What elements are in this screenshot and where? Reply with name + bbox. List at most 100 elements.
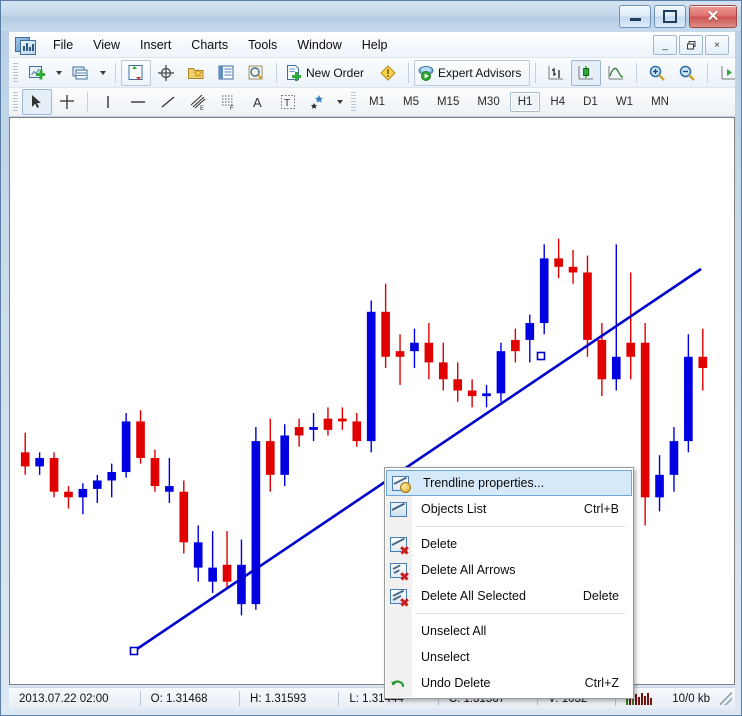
shapes-icon (309, 93, 327, 111)
profiles-dropdown-caret[interactable] (100, 71, 106, 75)
window-close-button[interactable]: ✕ (689, 5, 737, 28)
vertical-line-tool[interactable] (93, 89, 123, 115)
terminal-button[interactable] (211, 60, 241, 86)
context-menu-separator-2 (415, 613, 625, 614)
new-chart-button[interactable] (22, 60, 52, 86)
menu-file[interactable]: File (43, 35, 83, 55)
bar-chart-icon (547, 64, 565, 82)
warning-diamond-icon (379, 64, 397, 82)
ctx-trendline-properties-label: Trendline properties... (413, 476, 617, 490)
chart-object-context-menu: Trendline properties... Objects List Ctr… (384, 467, 634, 699)
expert-advisors-icon (417, 64, 435, 82)
timeframe-m15[interactable]: M15 (429, 92, 467, 112)
zoom-in-button[interactable] (642, 60, 672, 86)
market-watch-icon (127, 64, 145, 82)
ctx-delete-all-arrows[interactable]: Delete All Arrows (385, 557, 633, 583)
delete-all-arrows-icon (385, 563, 411, 578)
menu-charts[interactable]: Charts (181, 35, 238, 55)
shapes-tool[interactable] (303, 89, 333, 115)
text-tool[interactable]: A (243, 89, 273, 115)
undo-delete-icon (385, 676, 411, 691)
svg-text:A: A (253, 95, 262, 110)
status-datetime: 2013.07.22 02:00 (9, 693, 140, 705)
timeframe-m1[interactable]: M1 (361, 92, 393, 112)
zoom-out-button[interactable] (672, 60, 702, 86)
fibonacci-icon: F (219, 93, 237, 111)
candlestick-chart-button[interactable] (571, 60, 601, 86)
svg-text:F: F (230, 106, 234, 111)
ctx-delete-all-selected[interactable]: Delete All Selected Delete (385, 583, 633, 609)
ctx-trendline-properties[interactable]: Trendline properties... (386, 470, 632, 496)
ctx-unselect-all[interactable]: Unselect All (385, 618, 633, 644)
horizontal-line-tool[interactable] (123, 89, 153, 115)
timeframe-m30[interactable]: M30 (469, 92, 507, 112)
ctx-objects-list-label: Objects List (411, 502, 584, 516)
auto-scroll-button[interactable] (713, 60, 742, 86)
ctx-unselect[interactable]: Unselect (385, 644, 633, 670)
ctx-undo-delete[interactable]: Undo Delete Ctrl+Z (385, 670, 633, 696)
menu-insert[interactable]: Insert (130, 35, 181, 55)
timeframe-d1[interactable]: D1 (575, 92, 606, 112)
text-label-tool[interactable]: T (273, 89, 303, 115)
ctx-objects-list[interactable]: Objects List Ctrl+B (385, 496, 633, 522)
cursor-tool[interactable] (22, 89, 52, 115)
trendline-icon (159, 93, 177, 111)
new-chart-dropdown-caret[interactable] (56, 71, 62, 75)
mdi-restore-button[interactable] (679, 35, 703, 55)
new-chart-icon (28, 64, 46, 82)
timeframe-h1[interactable]: H1 (510, 92, 541, 112)
timeframe-mn[interactable]: MN (643, 92, 677, 112)
menu-help[interactable]: Help (352, 35, 398, 55)
expert-advisors-label: Expert Advisors (435, 66, 527, 80)
market-watch-button[interactable] (121, 60, 151, 86)
status-high: H: 1.31593 (240, 693, 338, 705)
profiles-button[interactable] (66, 60, 96, 86)
auto-scroll-icon (719, 64, 737, 82)
crosshair-tool[interactable] (52, 89, 82, 115)
shapes-dropdown-caret[interactable] (337, 100, 343, 104)
bar-chart-button[interactable] (541, 60, 571, 86)
timeframes-grip[interactable] (351, 92, 356, 112)
window-minimize-button[interactable] (619, 5, 651, 28)
ctx-objects-list-shortcut: Ctrl+B (584, 502, 633, 516)
line-chart-button[interactable] (601, 60, 631, 86)
window-controls: ✕ (619, 5, 737, 28)
delete-all-selected-icon (385, 589, 411, 604)
window-maximize-button[interactable] (654, 5, 686, 28)
data-window-button[interactable] (151, 60, 181, 86)
new-order-button[interactable]: New Order (282, 60, 373, 86)
navigator-button[interactable] (181, 60, 211, 86)
line-studies-toolbar: E F A (9, 87, 735, 116)
strategy-tester-button[interactable] (241, 60, 271, 86)
equidistant-channel-tool[interactable]: E (183, 89, 213, 115)
mdi-minimize-button[interactable]: _ (653, 35, 677, 55)
arrow-cursor-icon (28, 93, 46, 111)
new-order-icon (285, 64, 303, 82)
trendline-tool[interactable] (153, 89, 183, 115)
menu-window[interactable]: Window (287, 35, 351, 55)
timeframe-w1[interactable]: W1 (608, 92, 641, 112)
toolbar-grip[interactable] (13, 63, 18, 83)
menu-tools[interactable]: Tools (238, 35, 287, 55)
delete-icon (385, 537, 411, 552)
new-order-label: New Order (303, 66, 370, 80)
window-resize-grip[interactable] (720, 692, 732, 705)
timeframe-m5[interactable]: M5 (395, 92, 427, 112)
mdi-close-button[interactable]: × (705, 35, 729, 55)
window-titlebar: ✕ (1, 1, 742, 31)
fibonacci-retracement-tool[interactable]: F (213, 89, 243, 115)
ctx-delete-all-selected-label: Delete All Selected (411, 589, 583, 603)
line-chart-icon (607, 64, 625, 82)
ctx-delete[interactable]: Delete (385, 531, 633, 557)
expert-advisors-button[interactable]: Expert Advisors (414, 60, 530, 86)
svg-text:E: E (200, 106, 204, 111)
line-studies-grip[interactable] (13, 92, 18, 112)
alert-button[interactable] (373, 60, 403, 86)
svg-text:T: T (284, 98, 290, 109)
ctx-undo-delete-label: Undo Delete (411, 676, 585, 690)
menu-view[interactable]: View (83, 35, 130, 55)
timeframe-h4[interactable]: H4 (542, 92, 573, 112)
strategy-tester-icon (247, 64, 265, 82)
zoom-in-icon (648, 64, 666, 82)
context-menu-separator-1 (415, 526, 625, 527)
